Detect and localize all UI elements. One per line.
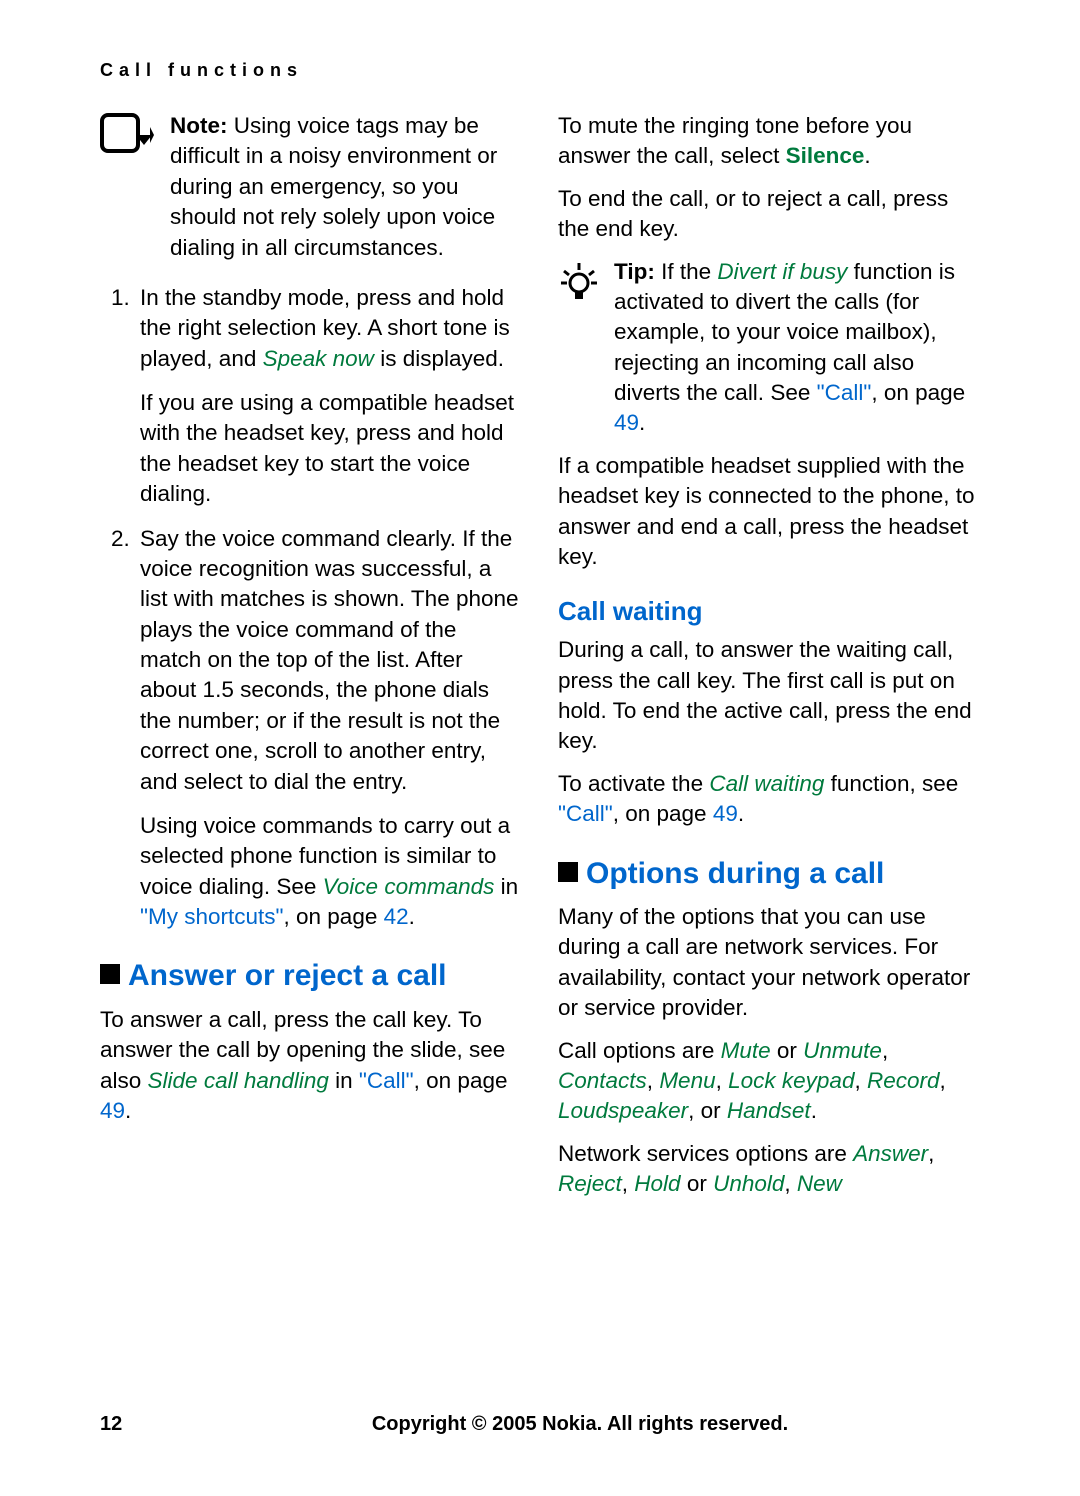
list-item: Say the voice command clearly. If the vo…	[136, 524, 522, 933]
ui-term-record: Record	[867, 1068, 940, 1093]
link-page-49[interactable]: 49	[100, 1098, 125, 1123]
ui-term-new: New	[797, 1171, 842, 1196]
note-text: Note: Using voice tags may be difficult …	[170, 111, 522, 263]
link-page-49[interactable]: 49	[614, 410, 639, 435]
left-column: Note: Using voice tags may be difficult …	[100, 111, 522, 1211]
page-header: Call functions	[100, 60, 980, 81]
note-block: Note: Using voice tags may be difficult …	[100, 111, 522, 263]
section-bullet-icon	[100, 964, 120, 984]
paragraph: Many of the options that you can use dur…	[558, 902, 980, 1024]
list-subtext: Using voice commands to carry out a sele…	[140, 811, 522, 933]
link-page-49[interactable]: 49	[713, 801, 738, 826]
paragraph: Call options are Mute or Unmute, Contact…	[558, 1036, 980, 1127]
tip-text: Tip: If the Divert if busy function is a…	[614, 257, 980, 439]
page-number: 12	[100, 1413, 180, 1436]
manual-page: Call functions Note: Using voice tags ma…	[0, 0, 1080, 1496]
ui-term-voice-commands: Voice commands	[323, 874, 495, 899]
paragraph: To mute the ringing tone before you answ…	[558, 111, 980, 172]
page-footer: 12 Copyright © 2005 Nokia. All rights re…	[100, 1413, 980, 1436]
copyright-text: Copyright © 2005 Nokia. All rights reser…	[180, 1413, 980, 1436]
link-call[interactable]: "Call"	[558, 801, 613, 826]
tip-label: Tip:	[614, 259, 655, 284]
link-call[interactable]: "Call"	[359, 1068, 414, 1093]
link-page-42[interactable]: 42	[384, 904, 409, 929]
paragraph: To activate the Call waiting function, s…	[558, 769, 980, 830]
ui-term-menu: Menu	[659, 1068, 715, 1093]
paragraph: During a call, to answer the waiting cal…	[558, 635, 980, 757]
ui-term-lock-keypad: Lock keypad	[728, 1068, 854, 1093]
ui-term-speak-now: Speak now	[263, 346, 374, 371]
heading-answer-reject: Answer or reject a call	[100, 956, 522, 997]
instruction-list: In the standby mode, press and hold the …	[100, 283, 522, 933]
list-item: In the standby mode, press and hold the …	[136, 283, 522, 510]
ui-term-silence: Silence	[786, 143, 865, 168]
ui-term-hold: Hold	[634, 1171, 680, 1196]
paragraph: If a compatible headset supplied with th…	[558, 451, 980, 573]
ui-term-mute: Mute	[721, 1038, 771, 1063]
paragraph: To answer a call, press the call key. To…	[100, 1005, 522, 1127]
ui-term-call-waiting: Call waiting	[709, 771, 824, 796]
ui-term-reject: Reject	[558, 1171, 622, 1196]
right-column: To mute the ringing tone before you answ…	[558, 111, 980, 1211]
note-icon	[100, 113, 154, 161]
ui-term-contacts: Contacts	[558, 1068, 647, 1093]
ui-term-divert-if-busy: Divert if busy	[717, 259, 847, 284]
ui-term-handset: Handset	[727, 1098, 811, 1123]
heading-call-waiting: Call waiting	[558, 594, 980, 629]
ui-term-unhold: Unhold	[713, 1171, 784, 1196]
note-label: Note:	[170, 113, 228, 138]
link-my-shortcuts[interactable]: "My shortcuts"	[140, 904, 284, 929]
ui-term-unmute: Unmute	[803, 1038, 882, 1063]
list-subtext: If you are using a compatible headset wi…	[140, 388, 522, 510]
paragraph: To end the call, or to reject a call, pr…	[558, 184, 980, 245]
link-call[interactable]: "Call"	[817, 380, 872, 405]
ui-term-slide-call-handling: Slide call handling	[148, 1068, 329, 1093]
section-bullet-icon	[558, 862, 578, 882]
heading-options-during-call: Options during a call	[558, 854, 980, 895]
paragraph: Network services options are Answer, Rej…	[558, 1139, 980, 1200]
ui-term-loudspeaker: Loudspeaker	[558, 1098, 688, 1123]
ui-term-answer: Answer	[853, 1141, 928, 1166]
two-column-body: Note: Using voice tags may be difficult …	[100, 111, 980, 1211]
tip-block: Tip: If the Divert if busy function is a…	[558, 257, 980, 439]
tip-icon	[558, 259, 600, 439]
